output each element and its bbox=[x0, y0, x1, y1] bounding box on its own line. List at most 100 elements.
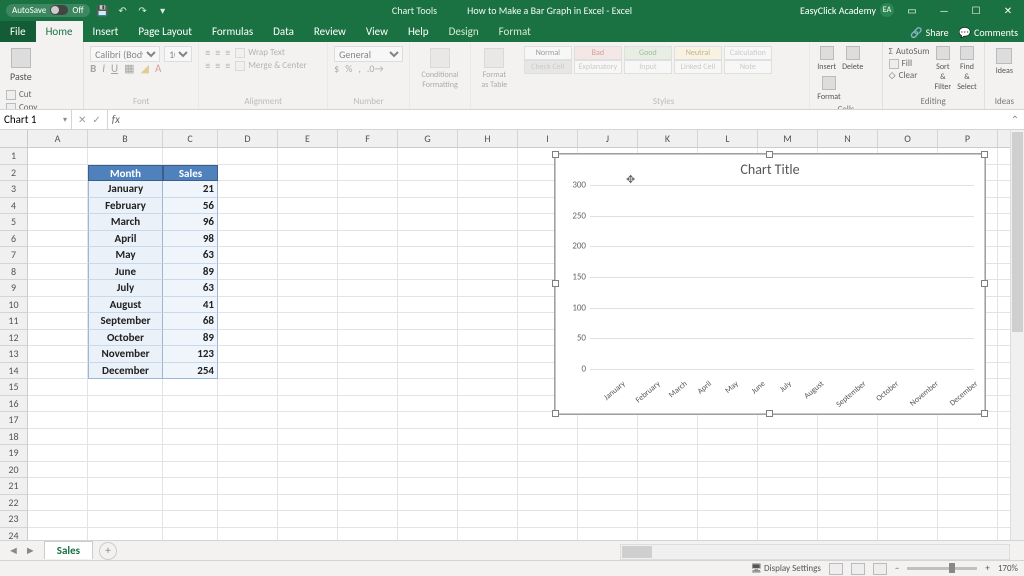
cell[interactable]: April bbox=[88, 231, 163, 248]
cell[interactable] bbox=[758, 445, 818, 462]
number-format-select[interactable]: General bbox=[334, 46, 403, 62]
row-header[interactable]: 17 bbox=[0, 412, 28, 429]
cell[interactable] bbox=[458, 495, 518, 512]
wrap-text-button[interactable]: Wrap Text bbox=[235, 47, 285, 58]
column-header[interactable]: K bbox=[638, 130, 698, 148]
cell[interactable]: Sales bbox=[163, 165, 218, 182]
style-note[interactable]: Note bbox=[724, 60, 772, 74]
add-sheet-button[interactable]: + bbox=[99, 542, 117, 560]
row-header[interactable]: 14 bbox=[0, 363, 28, 380]
row-header[interactable]: 12 bbox=[0, 330, 28, 347]
cell[interactable] bbox=[458, 181, 518, 198]
cell[interactable] bbox=[163, 511, 218, 528]
cell[interactable] bbox=[218, 313, 278, 330]
cell[interactable] bbox=[758, 429, 818, 446]
cell[interactable] bbox=[278, 462, 338, 479]
cell[interactable] bbox=[338, 462, 398, 479]
cell[interactable] bbox=[28, 363, 88, 380]
row-header[interactable]: 3 bbox=[0, 181, 28, 198]
cell[interactable] bbox=[458, 396, 518, 413]
zoom-out-button[interactable]: − bbox=[895, 563, 899, 574]
font-size-select[interactable]: 10 bbox=[164, 46, 192, 62]
cell[interactable]: 254 bbox=[163, 363, 218, 380]
cell[interactable] bbox=[338, 148, 398, 165]
cell[interactable] bbox=[278, 495, 338, 512]
cell[interactable] bbox=[163, 148, 218, 165]
cell[interactable] bbox=[218, 412, 278, 429]
worksheet[interactable]: ABCDEFGHIJKLMNOPQ 1234567891011121314151… bbox=[0, 130, 1024, 560]
cell[interactable] bbox=[338, 511, 398, 528]
cell[interactable] bbox=[458, 363, 518, 380]
row-header[interactable]: 16 bbox=[0, 396, 28, 413]
cell[interactable] bbox=[28, 247, 88, 264]
cell[interactable] bbox=[518, 495, 578, 512]
cell[interactable] bbox=[88, 478, 163, 495]
collapse-ribbon-icon[interactable]: ⌃ bbox=[1006, 113, 1024, 126]
cell[interactable] bbox=[278, 181, 338, 198]
resize-handle[interactable] bbox=[981, 151, 988, 158]
cell[interactable]: 63 bbox=[163, 247, 218, 264]
scroll-thumb[interactable] bbox=[622, 546, 652, 558]
cell[interactable] bbox=[458, 412, 518, 429]
cell[interactable] bbox=[338, 478, 398, 495]
cell[interactable] bbox=[878, 478, 938, 495]
cell[interactable] bbox=[458, 445, 518, 462]
enter-formula-icon[interactable]: ✓ bbox=[92, 113, 100, 126]
cell[interactable] bbox=[218, 462, 278, 479]
cell[interactable] bbox=[28, 181, 88, 198]
row-header[interactable]: 20 bbox=[0, 462, 28, 479]
account-avatar[interactable]: EA bbox=[880, 3, 894, 17]
tab-format[interactable]: Format bbox=[489, 21, 541, 42]
cell[interactable] bbox=[218, 181, 278, 198]
cell[interactable] bbox=[878, 445, 938, 462]
cell[interactable] bbox=[698, 429, 758, 446]
tab-design[interactable]: Design bbox=[439, 21, 489, 42]
delete-cells-button[interactable]: Delete bbox=[841, 46, 864, 72]
cell[interactable] bbox=[398, 198, 458, 215]
cell[interactable] bbox=[338, 330, 398, 347]
cell[interactable]: November bbox=[88, 346, 163, 363]
cell[interactable] bbox=[163, 429, 218, 446]
cell[interactable] bbox=[398, 363, 458, 380]
cell[interactable] bbox=[818, 445, 878, 462]
fill-button[interactable]: Fill bbox=[889, 58, 930, 69]
cell[interactable] bbox=[518, 511, 578, 528]
row-header[interactable]: 15 bbox=[0, 379, 28, 396]
style-calculation[interactable]: Calculation bbox=[724, 46, 772, 60]
cell[interactable] bbox=[28, 379, 88, 396]
cell[interactable] bbox=[338, 495, 398, 512]
cell[interactable] bbox=[218, 346, 278, 363]
cell[interactable] bbox=[28, 346, 88, 363]
style-neutral[interactable]: Neutral bbox=[674, 46, 722, 60]
cell[interactable] bbox=[278, 247, 338, 264]
zoom-slider[interactable] bbox=[907, 567, 977, 570]
style-linked-cell[interactable]: Linked Cell bbox=[674, 60, 722, 74]
resize-handle[interactable] bbox=[552, 410, 559, 417]
cell[interactable] bbox=[88, 396, 163, 413]
cell[interactable] bbox=[458, 346, 518, 363]
cell[interactable] bbox=[218, 198, 278, 215]
cell[interactable] bbox=[698, 412, 758, 429]
sheet-tab-sales[interactable]: Sales bbox=[44, 541, 93, 559]
cell[interactable] bbox=[28, 165, 88, 182]
cell[interactable] bbox=[218, 264, 278, 281]
cell[interactable] bbox=[338, 231, 398, 248]
maximize-button[interactable]: ☐ bbox=[962, 0, 990, 20]
tab-review[interactable]: Review bbox=[304, 21, 356, 42]
cell[interactable] bbox=[938, 445, 998, 462]
style-bad[interactable]: Bad bbox=[574, 46, 622, 60]
embedded-chart[interactable]: ✥ Chart Title 050100150200250300 January… bbox=[555, 154, 985, 414]
cell[interactable] bbox=[278, 511, 338, 528]
cell[interactable] bbox=[278, 313, 338, 330]
cell[interactable] bbox=[218, 297, 278, 314]
cell[interactable] bbox=[398, 148, 458, 165]
cell[interactable] bbox=[28, 429, 88, 446]
underline-button[interactable]: U bbox=[111, 62, 118, 75]
cell[interactable]: 89 bbox=[163, 330, 218, 347]
find-select-button[interactable]: Find & Select bbox=[956, 46, 978, 92]
save-icon[interactable]: 💾 bbox=[96, 3, 110, 17]
cell[interactable] bbox=[818, 462, 878, 479]
cell[interactable] bbox=[578, 478, 638, 495]
vertical-scrollbar[interactable] bbox=[1010, 130, 1024, 560]
cell[interactable] bbox=[458, 462, 518, 479]
